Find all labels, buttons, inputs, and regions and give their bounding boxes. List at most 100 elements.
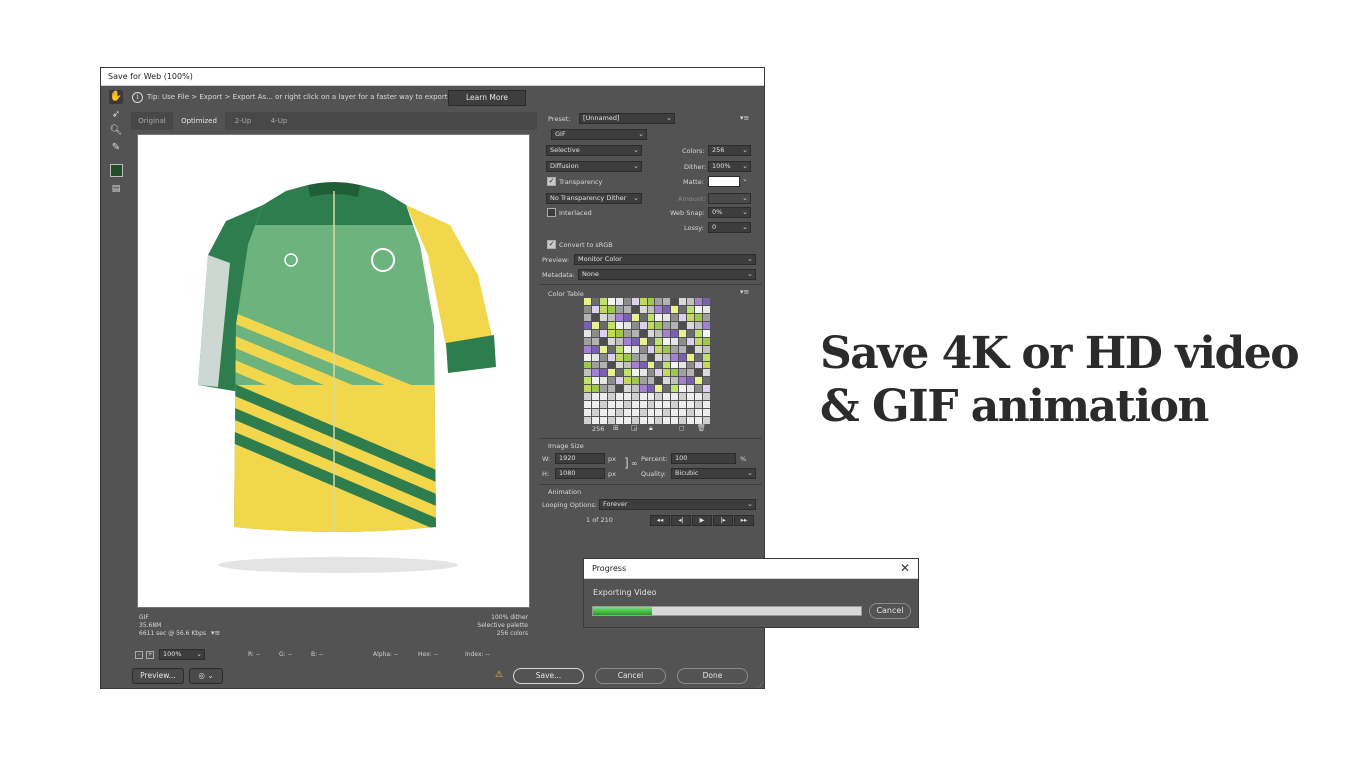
color-swatch[interactable] [607, 385, 615, 393]
color-swatch[interactable] [639, 345, 647, 353]
color-swatch[interactable] [671, 409, 679, 417]
color-swatch[interactable] [655, 401, 663, 409]
optimize-menu-icon[interactable]: ▾≡ [740, 114, 749, 122]
color-swatch[interactable] [671, 401, 679, 409]
color-swatch[interactable] [655, 345, 663, 353]
color-swatch[interactable] [584, 313, 591, 321]
interlaced-checkbox[interactable] [547, 208, 556, 217]
color-swatch[interactable] [703, 409, 710, 417]
color-swatch[interactable] [663, 345, 671, 353]
color-swatch[interactable] [584, 393, 591, 401]
color-swatch[interactable] [687, 401, 695, 409]
color-swatch[interactable] [647, 377, 655, 385]
color-swatch[interactable] [663, 385, 671, 393]
color-swatch[interactable] [615, 369, 623, 377]
color-swatch[interactable] [623, 409, 631, 417]
format-select[interactable]: GIF ⌄ [551, 129, 647, 140]
color-swatch[interactable] [655, 329, 663, 337]
color-swatch[interactable] [687, 305, 695, 313]
color-swatch[interactable] [584, 401, 591, 409]
zoom-tool-icon[interactable]: 🔍︎ [109, 124, 123, 138]
color-swatch[interactable] [647, 321, 655, 329]
color-swatch[interactable] [615, 353, 623, 361]
color-swatch[interactable] [647, 298, 655, 305]
dither-select[interactable]: 100% ⌄ [708, 161, 751, 172]
color-swatch[interactable] [647, 361, 655, 369]
color-swatch[interactable] [639, 393, 647, 401]
preview-canvas[interactable] [137, 134, 530, 608]
color-swatch[interactable] [695, 313, 703, 321]
color-swatch[interactable] [639, 353, 647, 361]
color-swatch[interactable] [671, 305, 679, 313]
color-swatch[interactable] [663, 298, 671, 305]
color-swatch[interactable] [607, 353, 615, 361]
color-swatch[interactable] [623, 369, 631, 377]
color-swatch[interactable] [615, 385, 623, 393]
color-swatch[interactable] [703, 321, 710, 329]
color-swatch[interactable] [631, 345, 639, 353]
color-swatch[interactable] [607, 329, 615, 337]
matte-dropdown-icon[interactable]: ⌄ [742, 175, 748, 183]
color-swatch[interactable] [631, 353, 639, 361]
color-swatch[interactable] [631, 401, 639, 409]
color-swatch[interactable] [639, 321, 647, 329]
color-swatch[interactable] [631, 361, 639, 369]
color-swatch[interactable] [663, 313, 671, 321]
color-swatch[interactable] [631, 329, 639, 337]
color-swatch[interactable] [655, 321, 663, 329]
color-swatch[interactable] [703, 313, 710, 321]
color-swatch[interactable] [695, 361, 703, 369]
color-swatch[interactable] [591, 313, 599, 321]
color-swatch[interactable] [671, 377, 679, 385]
color-swatch[interactable] [647, 337, 655, 345]
color-swatch[interactable] [599, 385, 607, 393]
color-swatch[interactable] [695, 369, 703, 377]
color-swatch[interactable] [631, 337, 639, 345]
color-swatch[interactable] [663, 393, 671, 401]
color-swatch[interactable] [695, 345, 703, 353]
color-swatch[interactable] [695, 353, 703, 361]
color-swatch[interactable] [647, 305, 655, 313]
previous-frame-button[interactable]: ◂| [671, 515, 691, 526]
color-swatch[interactable] [679, 321, 687, 329]
color-swatch[interactable] [687, 313, 695, 321]
color-swatch[interactable] [663, 377, 671, 385]
quality-select[interactable]: Bicubic ⌄ [671, 468, 756, 479]
color-swatch[interactable] [655, 361, 663, 369]
color-swatch[interactable] [639, 409, 647, 417]
color-swatch[interactable] [615, 298, 623, 305]
color-swatch[interactable] [695, 337, 703, 345]
color-reduction-select[interactable]: Selective ⌄ [546, 145, 642, 156]
hand-tool-icon[interactable]: ✋ [109, 90, 123, 104]
color-swatch[interactable] [584, 345, 591, 353]
color-swatch[interactable] [647, 417, 655, 424]
color-swatch[interactable] [591, 298, 599, 305]
color-swatch[interactable] [679, 377, 687, 385]
eyedropper-color-swatch[interactable] [110, 164, 123, 177]
color-swatch[interactable] [663, 337, 671, 345]
color-swatch[interactable] [639, 377, 647, 385]
color-swatch[interactable] [679, 409, 687, 417]
color-swatch[interactable] [599, 329, 607, 337]
color-swatch[interactable] [599, 417, 607, 424]
color-swatch[interactable] [687, 337, 695, 345]
browser-preview-button[interactable]: ◎ ⌄ [189, 668, 223, 684]
color-swatch[interactable] [607, 337, 615, 345]
color-swatch[interactable] [615, 313, 623, 321]
color-swatch[interactable] [623, 401, 631, 409]
color-swatch[interactable] [671, 337, 679, 345]
color-swatch[interactable] [607, 369, 615, 377]
color-swatch[interactable] [607, 313, 615, 321]
download-speed-menu-icon[interactable]: ▾≡ [211, 629, 220, 637]
color-swatch[interactable] [671, 417, 679, 424]
color-swatch[interactable] [703, 345, 710, 353]
height-input[interactable]: 1080 [555, 468, 605, 479]
color-swatch[interactable] [623, 417, 631, 424]
color-swatch[interactable] [663, 409, 671, 417]
color-swatch[interactable] [655, 298, 663, 305]
color-swatch[interactable] [655, 385, 663, 393]
color-swatch[interactable] [615, 409, 623, 417]
map-color-icon[interactable]: ⊞ [613, 424, 619, 432]
color-swatch[interactable] [695, 321, 703, 329]
color-swatch[interactable] [679, 369, 687, 377]
